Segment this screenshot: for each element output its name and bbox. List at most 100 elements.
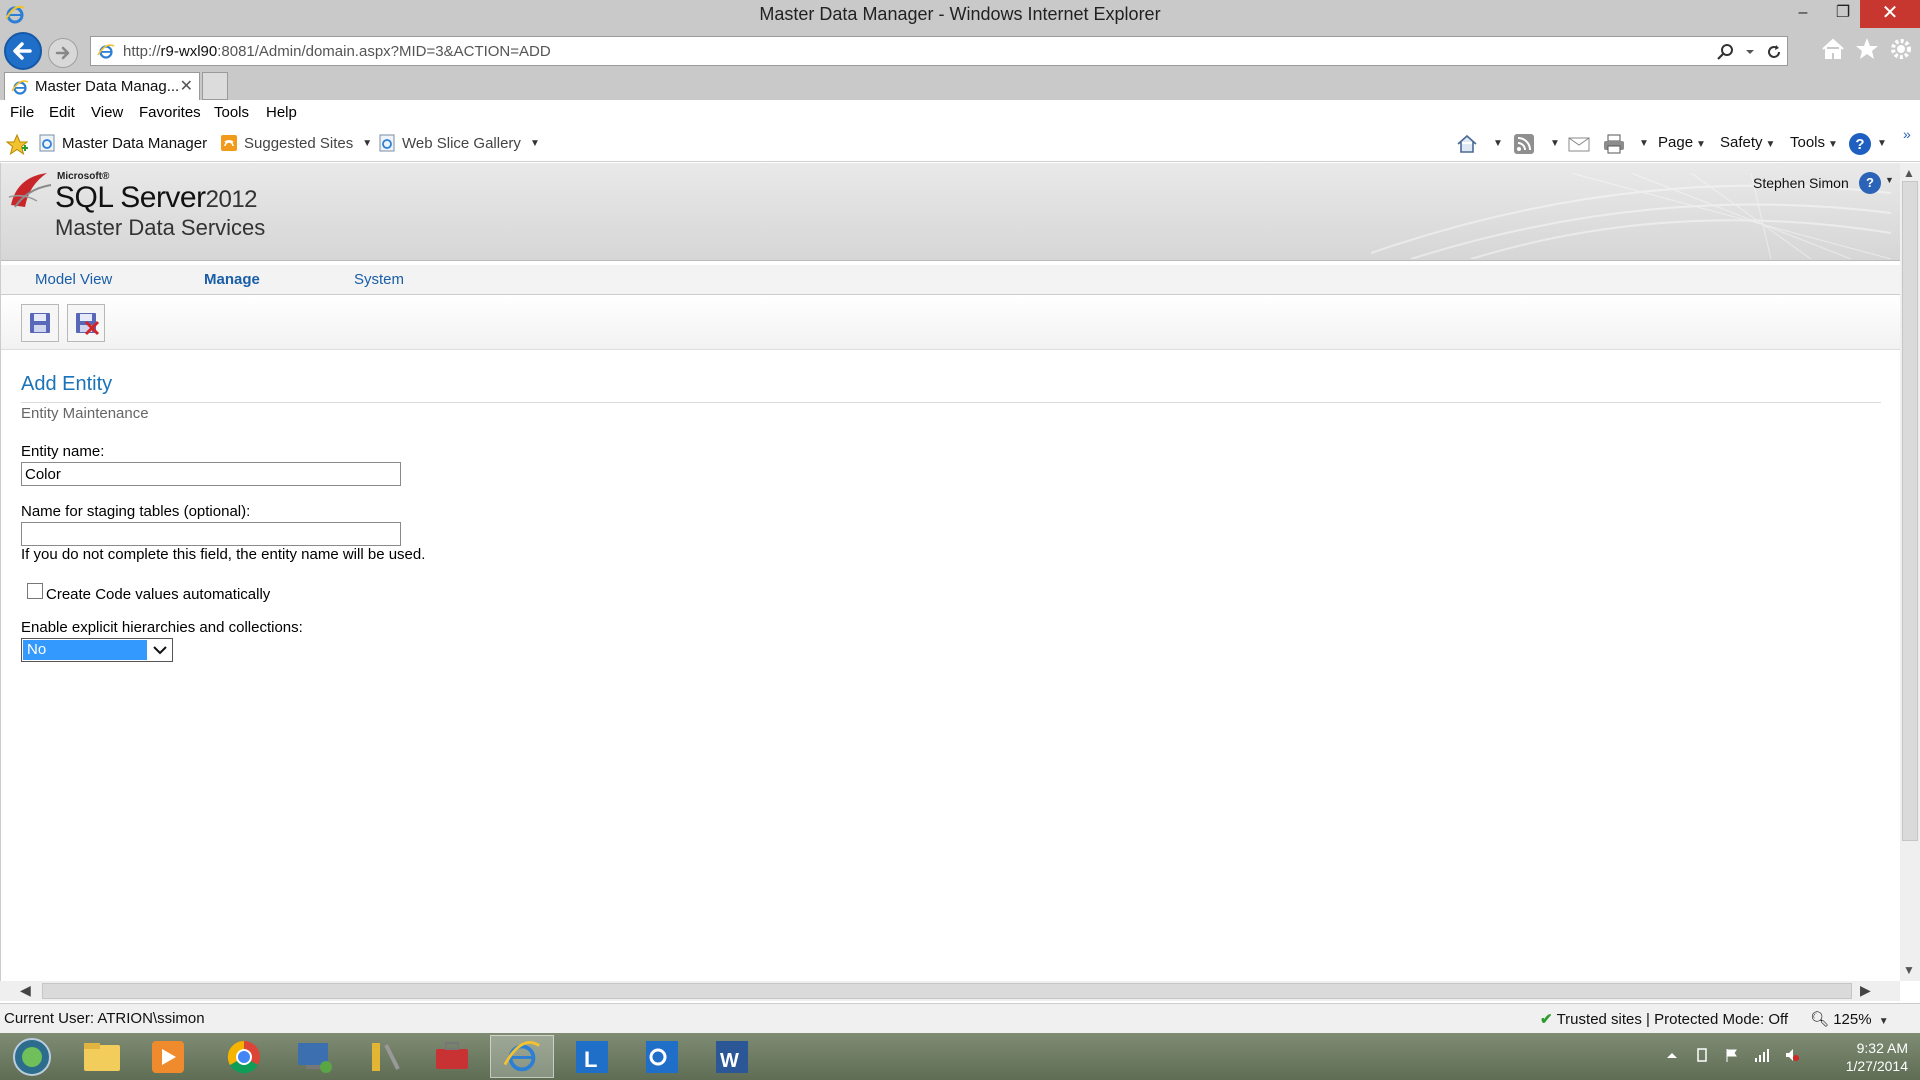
scroll-up-icon[interactable]: ▲ bbox=[1903, 166, 1915, 180]
brand-subtitle: Master Data Services bbox=[55, 215, 266, 240]
media-player-icon[interactable] bbox=[136, 1035, 200, 1078]
rss-feeds-icon[interactable] bbox=[1514, 134, 1534, 154]
outlook-icon[interactable] bbox=[630, 1035, 694, 1078]
cancel-button[interactable] bbox=[67, 304, 105, 342]
back-arrow-icon bbox=[13, 42, 32, 60]
horizontal-scroll-thumb[interactable] bbox=[42, 983, 1852, 999]
security-zone[interactable]: ✔ Trusted sites | Protected Mode: Off bbox=[1540, 1010, 1788, 1028]
chevron-more-icon[interactable]: » bbox=[1903, 126, 1911, 142]
fav-master-data-manager[interactable]: Master Data Manager bbox=[38, 134, 207, 152]
zoom-level[interactable]: 🔍︎ 125% ▼ bbox=[1810, 1010, 1889, 1028]
menu-edit[interactable]: Edit bbox=[49, 104, 75, 121]
new-tab-button[interactable] bbox=[202, 72, 228, 100]
vertical-scroll-thumb[interactable] bbox=[1902, 181, 1918, 841]
user-menu-dropdown-icon[interactable]: ▼ bbox=[1885, 175, 1894, 185]
home-icon[interactable] bbox=[1820, 36, 1846, 62]
action-center-flag-icon[interactable] bbox=[1724, 1047, 1740, 1063]
scroll-right-icon[interactable]: ▶ bbox=[1860, 982, 1871, 999]
read-mail-icon[interactable] bbox=[1568, 135, 1590, 153]
create-code-checkbox[interactable] bbox=[27, 583, 43, 599]
print-dropdown-icon[interactable]: ▼ bbox=[1639, 138, 1649, 149]
nav-model-view[interactable]: Model View bbox=[35, 271, 112, 288]
staging-table-input[interactable] bbox=[21, 522, 401, 546]
favorites-add-star-icon[interactable] bbox=[6, 134, 28, 156]
remote-desktop-icon[interactable] bbox=[282, 1035, 346, 1078]
device-icon[interactable] bbox=[1694, 1047, 1710, 1063]
tools-icon[interactable] bbox=[352, 1035, 416, 1078]
main-navigation: Model View Manage System bbox=[1, 265, 1900, 295]
page-title: Add Entity bbox=[21, 373, 113, 395]
rss-dropdown-icon[interactable]: ▼ bbox=[1550, 138, 1560, 149]
window-title: Master Data Manager - Windows Internet E… bbox=[759, 4, 1161, 24]
web-slice-icon bbox=[379, 134, 395, 152]
settings-gear-icon[interactable] bbox=[1888, 36, 1914, 62]
staging-table-label: Name for staging tables (optional): bbox=[21, 503, 251, 520]
back-button[interactable] bbox=[4, 32, 42, 70]
chrome-icon[interactable] bbox=[212, 1035, 276, 1078]
help-icon[interactable]: ? bbox=[1848, 132, 1872, 156]
cancel-save-icon bbox=[76, 313, 100, 336]
word-icon[interactable]: W bbox=[700, 1035, 764, 1078]
suggested-sites-dropdown-icon: ▼ bbox=[362, 137, 373, 149]
menu-help[interactable]: Help bbox=[266, 104, 297, 121]
address-bar[interactable]: http://r9-wxl90:8081/Admin/domain.aspx?M… bbox=[90, 36, 1788, 66]
system-clock[interactable]: 9:32 AM 1/27/2014 bbox=[1820, 1039, 1908, 1075]
show-hidden-icons-icon[interactable] bbox=[1664, 1047, 1680, 1063]
system-tray bbox=[1664, 1047, 1800, 1063]
vertical-scrollbar[interactable]: ▲ ▼ bbox=[1900, 163, 1920, 981]
page-menu[interactable]: Page ▼ bbox=[1658, 134, 1706, 151]
horizontal-scrollbar[interactable]: ◀ ▶ bbox=[0, 981, 1900, 1001]
favorites-bar: Master Data Manager Suggested Sites ▼ Web… bbox=[0, 126, 1920, 162]
close-tab-icon[interactable]: ✕ bbox=[180, 76, 193, 96]
network-signal-icon[interactable] bbox=[1754, 1047, 1770, 1063]
scroll-left-icon[interactable]: ◀ bbox=[20, 982, 31, 999]
fav-web-slice-gallery[interactable]: Web Slice Gallery ▼ bbox=[378, 134, 540, 152]
internet-explorer-taskbar-icon[interactable] bbox=[490, 1035, 554, 1078]
browser-tab[interactable]: Master Data Manag... ✕ bbox=[4, 72, 200, 100]
create-code-label[interactable]: Create Code values automatically bbox=[46, 586, 270, 603]
staging-table-hint: If you do not complete this field, the e… bbox=[21, 546, 426, 563]
action-toolbar bbox=[1, 296, 1900, 350]
app-help-icon[interactable]: ? bbox=[1859, 172, 1881, 194]
menu-file[interactable]: File bbox=[10, 104, 34, 121]
status-current-user: Current User: ATRION\ssimon bbox=[4, 1010, 205, 1027]
zoom-magnifier-icon: 🔍︎ bbox=[1810, 1011, 1834, 1028]
menu-view[interactable]: View bbox=[91, 104, 123, 121]
scroll-down-icon[interactable]: ▼ bbox=[1903, 963, 1915, 977]
favorites-star-icon[interactable] bbox=[1854, 36, 1880, 62]
toolbox-icon[interactable] bbox=[420, 1035, 484, 1078]
forward-button[interactable] bbox=[48, 38, 78, 68]
tools-menu[interactable]: Tools ▼ bbox=[1790, 134, 1838, 151]
title-divider bbox=[21, 402, 1881, 403]
close-window-button[interactable]: ✕ bbox=[1860, 0, 1920, 28]
volume-muted-icon[interactable] bbox=[1784, 1047, 1800, 1063]
refresh-icon[interactable] bbox=[1765, 43, 1783, 61]
hierarchies-selected-value: No bbox=[23, 640, 147, 660]
search-dropdown-icon[interactable] bbox=[1745, 47, 1755, 57]
home-page-icon[interactable] bbox=[1456, 134, 1478, 154]
fav-suggested-sites[interactable]: Suggested Sites ▼ bbox=[220, 134, 372, 152]
menu-bar: File Edit View Favorites Tools Help bbox=[0, 100, 1920, 126]
clock-date: 1/27/2014 bbox=[1845, 1058, 1908, 1074]
hierarchies-select[interactable]: No bbox=[21, 638, 173, 662]
fav-ie-page-icon bbox=[39, 134, 55, 152]
mds-banner: Microsoft® SQL Server2012 Master Data Se… bbox=[1, 163, 1900, 261]
tab-ie-icon bbox=[11, 80, 29, 95]
safety-menu[interactable]: Safety ▼ bbox=[1720, 134, 1775, 151]
current-user-name[interactable]: Stephen Simon bbox=[1753, 175, 1849, 191]
save-button[interactable] bbox=[21, 304, 59, 342]
chevron-down-icon bbox=[153, 646, 167, 655]
search-icon[interactable] bbox=[1717, 43, 1735, 61]
help-dropdown-icon[interactable]: ▼ bbox=[1877, 138, 1887, 149]
nav-manage[interactable]: Manage bbox=[204, 271, 260, 288]
home-dropdown-icon[interactable]: ▼ bbox=[1493, 138, 1503, 149]
print-icon[interactable] bbox=[1602, 134, 1626, 154]
entity-name-input[interactable] bbox=[21, 462, 401, 486]
file-explorer-icon[interactable] bbox=[70, 1035, 134, 1078]
nav-system[interactable]: System bbox=[354, 271, 404, 288]
hierarchies-label: Enable explicit hierarchies and collecti… bbox=[21, 619, 303, 636]
menu-tools[interactable]: Tools bbox=[214, 104, 249, 121]
menu-favorites[interactable]: Favorites bbox=[139, 104, 201, 121]
lync-icon[interactable]: L bbox=[560, 1035, 624, 1078]
start-button-icon[interactable] bbox=[2, 1035, 66, 1078]
